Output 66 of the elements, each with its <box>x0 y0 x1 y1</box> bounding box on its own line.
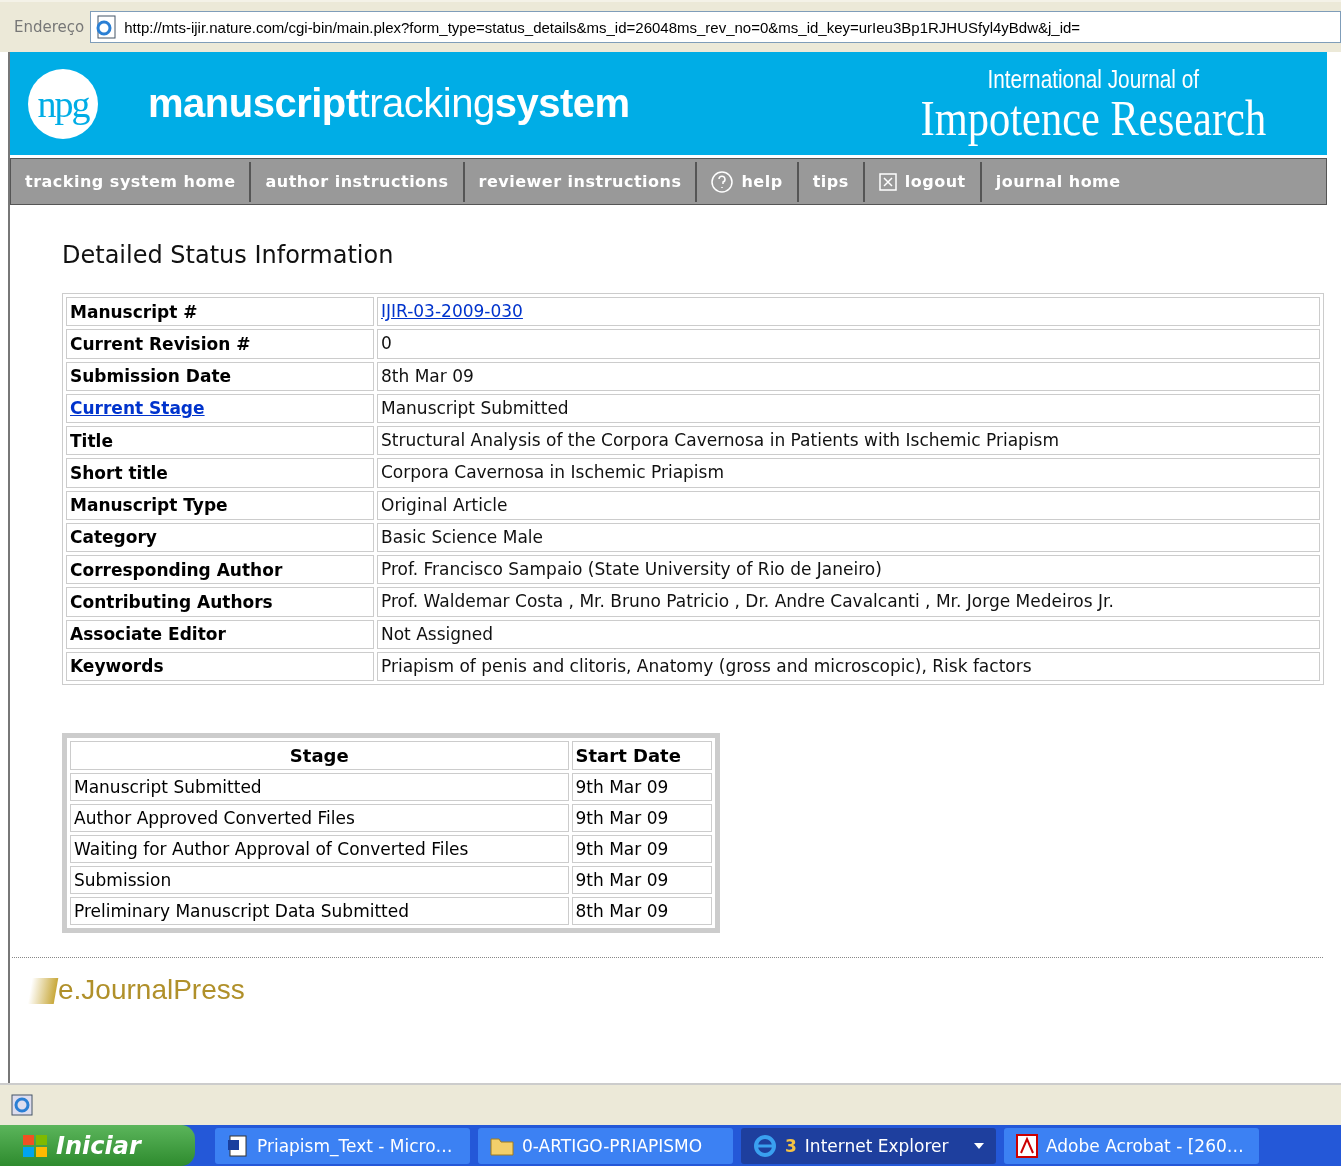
field-value: Prof. Waldemar Costa , Mr. Bruno Patricio , Dr. Andre Cavalcanti , Mr. Jorge Medeiros Jr. <box>377 587 1320 617</box>
table-cell: 9th Mar 09 <box>571 804 712 832</box>
nav-link[interactable]: help <box>695 161 797 202</box>
logo-mark <box>27 978 59 1004</box>
taskbar-item[interactable]: 0-ARTIGO-PRIAPISMO <box>478 1127 733 1164</box>
field-label: Submission Date <box>66 361 374 391</box>
field-value: Priapism of penis and clitoris, Anatomy (gross and microscopic), Risk factors <box>377 651 1320 681</box>
nav-link[interactable]: tips <box>796 161 863 202</box>
field-value: 0 <box>377 329 1320 359</box>
field-label: Current Revision # <box>66 329 374 359</box>
field-value: Basic Science Male <box>377 522 1320 552</box>
column-header: Start Date <box>571 741 712 770</box>
nav-link[interactable]: journal home <box>979 161 1135 202</box>
help-icon <box>711 170 734 193</box>
field-value: Manuscript Submitted <box>377 393 1320 423</box>
field-value: Prof. Francisco Sampaio (State University of Rio de Janeiro) <box>377 555 1320 585</box>
field-value: Corpora Cavernosa in Ischemic Priapism <box>377 458 1320 488</box>
close-icon <box>878 172 897 191</box>
field-label: Contributing Authors <box>66 587 374 617</box>
field-label: Manuscript # <box>66 297 374 327</box>
pdf-icon <box>1016 1133 1038 1158</box>
field-value: Structural Analysis of the Corpora Cavernosa in Patients with Ischemic Priapism <box>377 426 1320 456</box>
browser-icon <box>10 1093 34 1117</box>
page-heading: Detailed Status Information <box>62 241 395 269</box>
nav-link[interactable]: tracking system home <box>11 161 250 202</box>
footer-logo: e.JournalPress <box>58 976 245 1004</box>
browser-icon <box>753 1133 777 1158</box>
page-icon <box>94 15 119 39</box>
table-cell: 8th Mar 09 <box>571 897 712 925</box>
manuscript-link[interactable]: IJIR-03-2009-030 <box>377 297 1320 327</box>
document-icon <box>227 1134 249 1157</box>
field-label: Title <box>66 426 374 456</box>
field-label: Category <box>66 522 374 552</box>
taskbar-item[interactable]: 3 Internet Explorer <box>741 1127 996 1164</box>
address-field[interactable]: http://mts-ijir.nature.com/cgi-bin/main.plex?form_type=status_details&ms_id=26048ms_rev_no=0&ms_id_key=urIeu3Bp1RJHUSfyl4yBdw&j_id= <box>90 11 1341 43</box>
table-cell: Submission <box>70 866 569 894</box>
table-cell: 9th Mar 09 <box>571 866 712 894</box>
table-cell: Waiting for Author Approval of Converted Files <box>70 835 569 863</box>
caret-icon <box>974 1142 984 1149</box>
table-cell: 9th Mar 09 <box>571 835 712 863</box>
nav-link[interactable]: reviewer instructions <box>462 161 696 202</box>
site-title: manuscripttrackingsystem <box>148 81 631 126</box>
column-header: Stage <box>70 741 569 770</box>
field-value: Original Article <box>377 490 1320 520</box>
publisher-logo: npg <box>28 68 98 139</box>
address-label: Endereço <box>14 18 85 36</box>
table-cell: Author Approved Converted Files <box>70 804 569 832</box>
folder-icon <box>490 1135 514 1156</box>
field-value: Not Assigned <box>377 619 1320 649</box>
table-cell: 9th Mar 09 <box>571 773 712 801</box>
taskbar-item[interactable]: Adobe Acrobat - [260… <box>1004 1127 1259 1164</box>
taskbar-item[interactable]: Priapism_Text - Micro… <box>215 1127 470 1164</box>
field-label: Corresponding Author <box>66 555 374 585</box>
table-cell: Preliminary Manuscript Data Submitted <box>70 897 569 925</box>
field-label: Keywords <box>66 651 374 681</box>
windows-icon <box>22 1133 48 1158</box>
start-button[interactable]: Iniciar <box>0 1125 195 1166</box>
nav-link[interactable]: logout <box>862 161 980 202</box>
field-label: Manuscript Type <box>66 490 374 520</box>
field-label-link[interactable]: Current Stage <box>66 393 374 423</box>
field-label: Short title <box>66 458 374 488</box>
nav-link[interactable]: author instructions <box>249 161 463 202</box>
field-value: 8th Mar 09 <box>377 361 1320 391</box>
journal-subtitle: International Journal of <box>987 64 1200 95</box>
table-cell: Manuscript Submitted <box>70 773 569 801</box>
field-label: Associate Editor <box>66 619 374 649</box>
